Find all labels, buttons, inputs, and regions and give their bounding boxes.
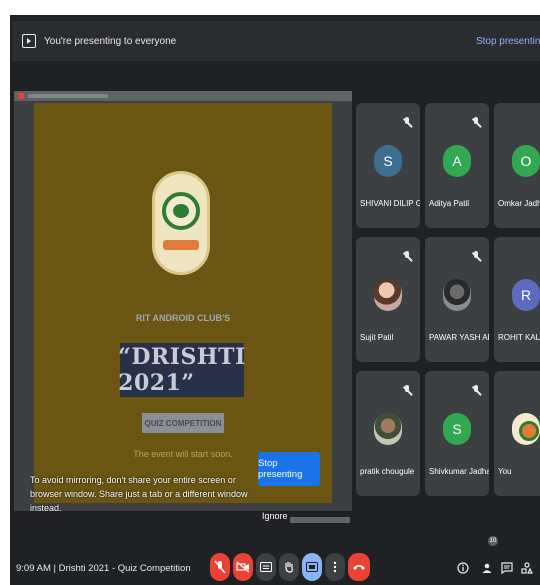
participant-name: Aditya Patil — [429, 199, 470, 208]
camera-off-icon — [236, 561, 250, 573]
participant-name: pratik chougule — [360, 467, 415, 476]
slide-title: “DRISHTI 2021” — [118, 344, 246, 396]
club-logo — [152, 171, 210, 275]
mic-off-icon — [402, 117, 412, 129]
participant-tile[interactable]: You — [494, 371, 540, 496]
participant-name: Sujit Patil — [360, 333, 394, 342]
captions-icon — [260, 562, 272, 572]
participant-name: You — [498, 467, 512, 476]
stop-presenting-link[interactable]: Stop presenting — [476, 36, 540, 47]
meet-window: You're presenting to everyone Stop prese… — [10, 15, 540, 585]
presenting-banner: You're presenting to everyone Stop prese… — [12, 21, 540, 61]
present-screen-icon — [22, 34, 36, 48]
mirroring-warning: To avoid mirroring, don't share your ent… — [30, 475, 248, 513]
mic-off-icon — [471, 117, 481, 129]
participant-tile[interactable]: pratik chougule — [356, 371, 420, 496]
ignore-button[interactable]: Ignore — [262, 511, 288, 521]
people-icon — [482, 563, 492, 573]
end-call-button[interactable] — [348, 553, 370, 581]
more-options-button[interactable] — [325, 553, 345, 581]
presenting-message: You're presenting to everyone — [44, 35, 177, 47]
avatar: O — [512, 145, 540, 177]
browser-url-bar — [28, 94, 108, 98]
participant-tile[interactable]: A Aditya Patil — [425, 103, 489, 228]
participant-name: SHIVANI DILIP GAI... — [360, 199, 420, 208]
participant-name: Omkar Jadhav — [498, 199, 540, 208]
control-bar: 9:09 AM | Drishti 2021 - Quiz Competitio… — [10, 527, 540, 585]
slide-club-name: RIT ANDROID CLUB'S — [135, 313, 231, 323]
activities-icon — [521, 562, 533, 574]
chat-button[interactable] — [500, 561, 514, 575]
mic-off-icon — [402, 385, 412, 397]
logo-base — [163, 240, 199, 250]
avatar: A — [443, 145, 471, 177]
participant-tile[interactable]: S SHIVANI DILIP GAI... — [356, 103, 420, 228]
chat-icon — [501, 562, 513, 574]
participant-tile[interactable]: S Shivkumar Jadhav — [425, 371, 489, 496]
stop-presenting-button[interactable]: Stop presenting — [258, 452, 320, 486]
avatar — [512, 413, 540, 445]
meeting-time: 9:09 AM — [16, 563, 51, 574]
captions-button[interactable] — [256, 553, 276, 581]
presentation-slide: RIT ANDROID CLUB'S “DRISHTI 2021” QUIZ C… — [34, 103, 332, 503]
mic-off-icon — [214, 560, 226, 574]
activities-button[interactable] — [520, 561, 534, 575]
participant-count-badge: 10 — [488, 536, 498, 546]
raise-hand-button[interactable] — [279, 553, 299, 581]
slide-subtitle: QUIZ COMPETITION — [142, 413, 224, 433]
people-button[interactable] — [480, 561, 494, 575]
meeting-separator: | — [53, 563, 56, 574]
avatar — [443, 279, 471, 311]
avatar: S — [374, 145, 402, 177]
info-icon — [457, 562, 469, 574]
shared-screen: RIT ANDROID CLUB'S “DRISHTI 2021” QUIZ C… — [14, 91, 352, 511]
stage-bottom-strip — [290, 517, 350, 523]
end-call-icon — [353, 565, 365, 570]
browser-tab-icon — [18, 93, 24, 99]
mic-off-icon — [471, 251, 481, 263]
browser-toolbar — [14, 91, 352, 101]
meeting-info: 9:09 AM | Drishti 2021 - Quiz Competitio… — [16, 563, 191, 574]
avatar: S — [443, 413, 471, 445]
participant-name: PAWAR YASH ADH... — [429, 333, 489, 342]
mic-off-icon — [402, 251, 412, 263]
camera-toggle-button[interactable] — [233, 553, 253, 581]
present-icon — [306, 562, 318, 572]
participant-tile[interactable]: O Omkar Jadhav — [494, 103, 540, 228]
avatar — [374, 413, 402, 445]
logo-eye — [173, 204, 189, 218]
slide-title-box: “DRISHTI 2021” — [118, 343, 246, 397]
more-options-icon — [333, 561, 337, 573]
participant-tile[interactable]: R ROHIT KALUBAR... — [494, 237, 540, 362]
participant-tile[interactable]: PAWAR YASH ADH... — [425, 237, 489, 362]
meeting-title: Drishti 2021 - Quiz Competition — [58, 563, 191, 574]
raise-hand-icon — [285, 562, 293, 573]
info-button[interactable] — [456, 561, 470, 575]
participant-name: ROHIT KALUBAR... — [498, 333, 540, 342]
present-button[interactable] — [302, 553, 322, 581]
participant-tile[interactable]: Sujit Patil — [356, 237, 420, 362]
avatar — [374, 279, 402, 311]
mic-off-icon — [471, 385, 481, 397]
avatar: R — [512, 279, 540, 311]
mic-toggle-button[interactable] — [210, 553, 230, 581]
participant-name: Shivkumar Jadhav — [429, 467, 489, 476]
